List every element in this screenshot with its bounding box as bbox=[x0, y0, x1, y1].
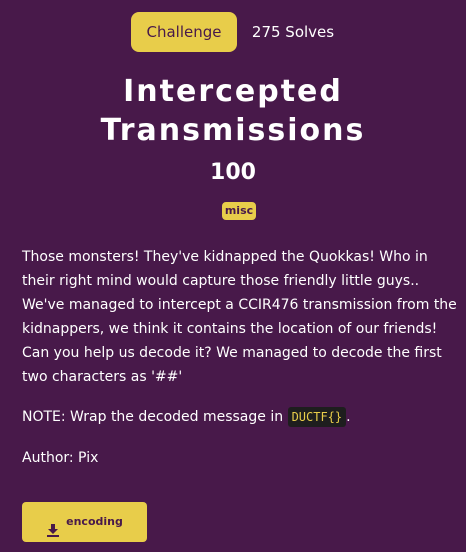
tab-solves[interactable]: 275 Solves bbox=[248, 12, 338, 52]
description-line: their right mind would capture those fri… bbox=[22, 273, 420, 289]
description-line: kidnappers, we think it contains the loc… bbox=[22, 321, 438, 337]
category-badge: misc bbox=[222, 202, 256, 220]
description-line: Those monsters! They've kidnapped the Qu… bbox=[22, 249, 428, 265]
description-line: two characters as '##' bbox=[22, 369, 183, 385]
download-icon bbox=[46, 514, 60, 537]
tab-challenge[interactable]: Challenge bbox=[131, 12, 237, 52]
flag-format-code: DUCTF{} bbox=[287, 407, 347, 427]
challenge-points: 100 bbox=[210, 160, 256, 185]
challenge-title-line1: Intercepted bbox=[123, 74, 343, 109]
challenge-description: Those monsters! They've kidnapped the Qu… bbox=[22, 245, 462, 389]
description-line: We've managed to intercept a CCIR476 tra… bbox=[22, 297, 457, 313]
flag-format-note: NOTE: Wrap the decoded message in DUCTF{… bbox=[22, 405, 462, 429]
download-label: encoding bbox=[66, 515, 123, 528]
challenge-title-line2: Transmissions bbox=[100, 113, 366, 148]
note-suffix: . bbox=[346, 409, 351, 425]
download-file-button[interactable]: encoding bbox=[22, 502, 147, 542]
description-line: Can you help us decode it? We managed to… bbox=[22, 345, 442, 361]
note-prefix: NOTE: Wrap the decoded message in bbox=[22, 409, 288, 425]
challenge-title: Intercepted Transmissions bbox=[0, 72, 466, 150]
challenge-tabs: Challenge 275 Solves bbox=[0, 12, 466, 52]
challenge-author: Author: Pix bbox=[22, 450, 99, 466]
